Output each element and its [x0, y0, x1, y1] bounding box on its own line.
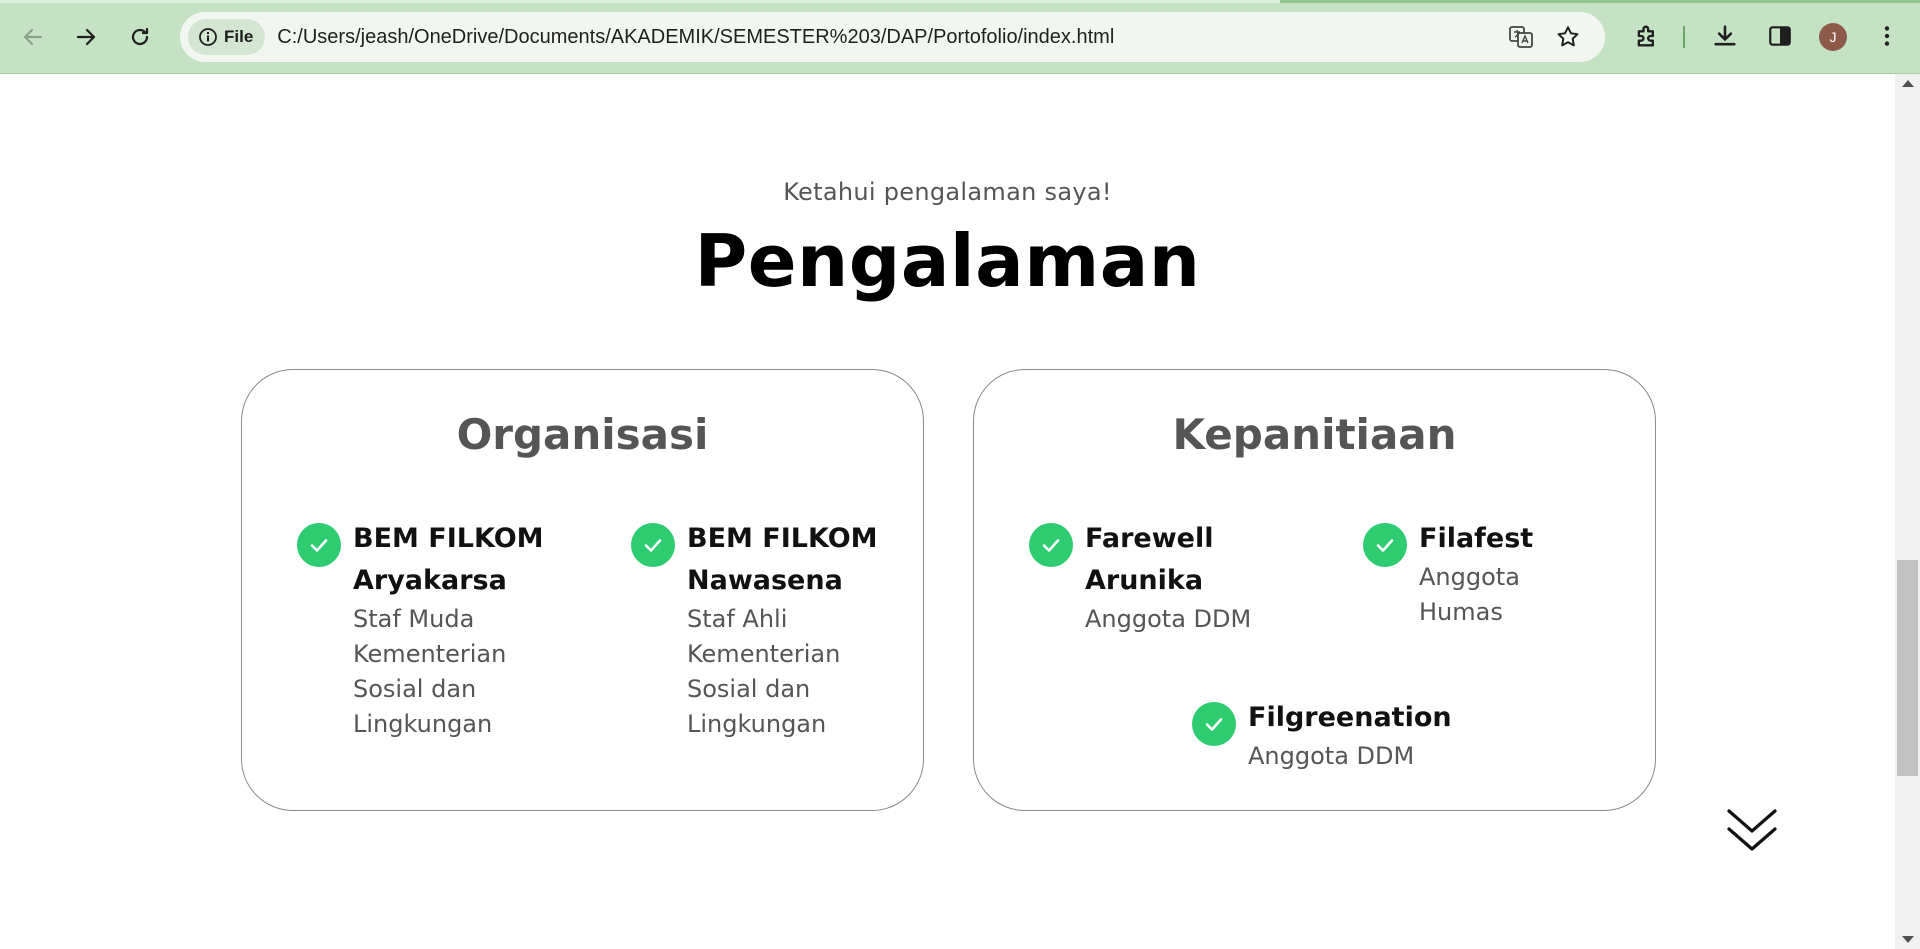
organisasi-card: Organisasi BEM FILKOM Aryakarsa Staf Mud…	[241, 369, 924, 811]
check-circle-icon	[631, 523, 675, 567]
list-item: BEM FILKOM Aryakarsa Staf Muda Kementeri…	[297, 518, 557, 742]
item-role: Anggota DDM	[1085, 605, 1252, 633]
item-role: Staf Muda	[353, 605, 475, 633]
item-name: Aryakarsa	[353, 565, 507, 596]
section-eyebrow: Ketahui pengalaman saya!	[783, 178, 1112, 206]
item-name: Farewell	[1085, 523, 1214, 554]
vertical-scrollbar[interactable]	[1895, 74, 1920, 949]
scrollbar-thumb[interactable]	[1897, 560, 1918, 776]
reload-icon	[131, 27, 149, 46]
item-name: Filgreenation	[1248, 702, 1452, 733]
item-role: Sosial dan	[687, 675, 811, 703]
translate-icon[interactable]	[1508, 24, 1534, 50]
item-role: Kementerian	[687, 640, 841, 668]
item-role: Sosial dan	[353, 675, 477, 703]
check-circle-icon	[297, 523, 341, 567]
check-circle-icon	[1192, 702, 1236, 746]
url-text[interactable]: C:/Users/jeash/OneDrive/Documents/AKADEM…	[277, 26, 1114, 49]
arrow-right-icon	[76, 28, 96, 46]
double-chevron-down-icon[interactable]	[1725, 807, 1779, 857]
profile-avatar[interactable]: J	[1819, 23, 1847, 51]
item-role: Humas	[1419, 598, 1503, 626]
toolbar-divider	[1683, 26, 1685, 48]
list-item: BEM FILKOM Nawasena Staf Ahli Kementeria…	[631, 518, 891, 742]
tab-strip	[0, 0, 1920, 3]
site-chip-label: File	[224, 27, 254, 46]
download-icon[interactable]	[1710, 21, 1740, 51]
check-circle-icon	[1029, 523, 1073, 567]
item-name: BEM FILKOM	[687, 523, 878, 554]
item-name: Filafest	[1419, 523, 1534, 554]
item-role: Anggota DDM	[1248, 742, 1415, 770]
active-tab[interactable]	[0, 0, 1280, 3]
site-info-chip[interactable]: File	[188, 19, 266, 55]
list-item: Farewell Arunika Anggota DDM	[1029, 518, 1289, 637]
list-item: Filgreenation Anggota DDM	[1192, 697, 1492, 774]
item-name: Nawasena	[687, 565, 843, 596]
side-panel-icon[interactable]	[1765, 21, 1795, 51]
organisasi-title: Organisasi	[456, 410, 709, 459]
scroll-down-arrow-icon[interactable]	[1902, 936, 1914, 943]
bookmark-star-icon[interactable]	[1555, 24, 1581, 50]
arrow-left-icon	[23, 28, 43, 46]
page-viewport: Ketahui pengalaman saya! Pengalaman Orga…	[0, 74, 1895, 949]
item-name: BEM FILKOM	[353, 523, 544, 554]
item-role: Staf Ahli	[687, 605, 788, 633]
browser-toolbar: File C:/Users/jeash/OneDrive/Documents/A…	[0, 0, 1920, 74]
item-role: Lingkungan	[353, 710, 493, 738]
check-circle-icon	[1363, 523, 1407, 567]
forward-button[interactable]	[68, 19, 104, 55]
section-title: Pengalaman	[694, 219, 1201, 303]
address-bar[interactable]: File C:/Users/jeash/OneDrive/Documents/A…	[180, 12, 1605, 62]
item-name: Arunika	[1085, 565, 1204, 596]
reload-button[interactable]	[122, 19, 158, 55]
item-role: Lingkungan	[687, 710, 827, 738]
extensions-icon[interactable]	[1632, 21, 1662, 51]
kepanitiaan-card: Kepanitiaan Farewell Arunika Anggota DDM…	[973, 369, 1656, 811]
item-role: Anggota	[1419, 563, 1520, 591]
item-role: Kementerian	[353, 640, 507, 668]
kepanitiaan-title: Kepanitiaan	[1172, 410, 1457, 459]
scroll-up-arrow-icon[interactable]	[1902, 80, 1914, 87]
info-icon	[199, 28, 217, 46]
back-button[interactable]	[15, 19, 51, 55]
list-item: Filafest Anggota Humas	[1363, 518, 1603, 630]
more-menu-icon[interactable]	[1872, 21, 1902, 51]
